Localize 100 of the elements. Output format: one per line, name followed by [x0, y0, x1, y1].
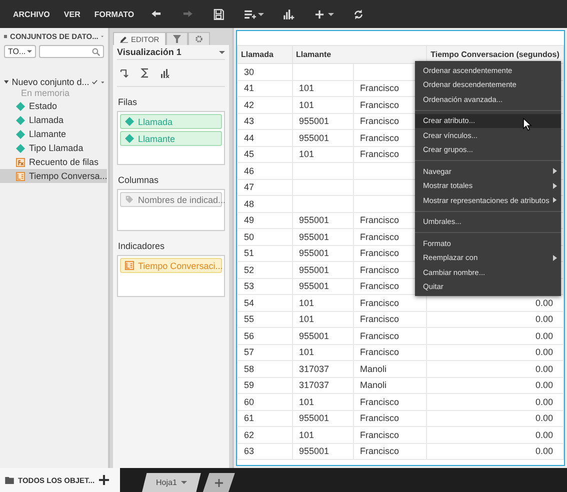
table-cell: 52: [244, 264, 254, 275]
dataset-field[interactable]: Llamada: [0, 113, 107, 127]
table-cell: 45: [244, 149, 254, 160]
submenu-arrow-icon: [553, 168, 557, 174]
visualization-title[interactable]: Visualización 1: [117, 47, 182, 57]
table-cell: 101: [299, 298, 314, 308]
table-cell: Francisco: [360, 100, 400, 110]
table-cell: 101: [299, 430, 314, 440]
table-cell: 101: [299, 100, 314, 110]
formula-icon: [16, 158, 25, 166]
sheet-tab[interactable]: Hoja1: [142, 473, 201, 492]
table-cell: 101: [299, 314, 314, 324]
swap-icon[interactable]: [120, 68, 130, 78]
settings-tab[interactable]: [188, 32, 210, 45]
submenu-arrow-icon: [553, 182, 557, 189]
add-sheet-button[interactable]: [202, 473, 235, 492]
zone-title: Indicadores: [117, 240, 166, 253]
zone-title: Columnas: [117, 174, 160, 187]
dataset-field[interactable]: Llamante: [0, 127, 107, 141]
caret-icon: [180, 481, 187, 484]
table-cell: Francisco: [360, 132, 400, 143]
sum-icon[interactable]: [140, 68, 150, 78]
table-cell: Manoli: [360, 380, 387, 390]
caret-icon[interactable]: [328, 12, 334, 16]
column-header[interactable]: Llamante: [292, 46, 426, 64]
table-cell: 55: [244, 314, 254, 324]
table-cell: 955001: [299, 330, 330, 341]
table-cell: Francisco: [360, 347, 400, 358]
caret-icon: [27, 50, 32, 53]
add-icon: [214, 478, 223, 486]
filter-dropdown[interactable]: TO...: [4, 45, 36, 58]
caret-icon[interactable]: [258, 12, 264, 16]
table-cell: 955001: [299, 446, 330, 456]
table-cell: 955001: [299, 248, 330, 258]
menu-item[interactable]: FORMATO: [87, 10, 142, 18]
table-cell: 0.00: [535, 430, 553, 440]
table-cell: 56: [244, 330, 254, 341]
caret-icon[interactable]: [100, 80, 104, 84]
pointer-icon: [523, 118, 532, 131]
table-cell: 51: [244, 248, 254, 258]
add-icon[interactable]: [98, 475, 109, 485]
table-cell: 955001: [299, 232, 330, 242]
table-cell: Francisco: [360, 396, 400, 407]
add-chart-icon[interactable]: [282, 8, 296, 20]
table-cell: 955001: [299, 132, 330, 143]
caret-icon[interactable]: [101, 35, 104, 38]
column-header[interactable]: Llamada: [238, 46, 292, 64]
table-cell: 42: [244, 100, 254, 110]
save-icon[interactable]: [212, 8, 226, 20]
tag-icon: [125, 195, 134, 204]
table-cell: 63: [244, 446, 254, 456]
table-cell: 101: [299, 83, 314, 94]
table-cell: Francisco: [360, 430, 400, 440]
pencil-icon: [120, 35, 128, 43]
dataset-field[interactable]: Recuento de filas: [0, 155, 107, 169]
add-dataset-icon[interactable]: [243, 8, 256, 20]
table-cell: 0.00: [535, 396, 553, 407]
metric-icon: [125, 261, 134, 270]
menu-item[interactable]: VER: [56, 10, 88, 18]
metric-icon: [16, 172, 25, 180]
table-cell: Manoli: [360, 364, 387, 374]
submenu-arrow-icon: [553, 254, 557, 261]
table-cell: Francisco: [360, 83, 400, 94]
zone-title: Filas: [117, 96, 138, 109]
caret-icon[interactable]: [219, 50, 225, 54]
table-cell: 0.00: [535, 298, 553, 308]
table-cell: 48: [244, 198, 254, 209]
database-icon: [4, 33, 8, 40]
table-cell: 30: [244, 66, 254, 77]
table-cell: 101: [299, 396, 314, 407]
filter-tab[interactable]: [166, 32, 188, 45]
dataset-name[interactable]: Nuevo conjunto d...: [12, 77, 90, 87]
table-cell: 0.00: [535, 413, 553, 424]
table-cell: 43: [244, 116, 254, 126]
table-cell: 0.00: [535, 364, 553, 374]
table-cell: 54: [244, 298, 254, 308]
dataset-field[interactable]: Tipo Llamada: [0, 141, 107, 155]
table-cell: 61: [244, 413, 254, 424]
table-cell: 101: [299, 149, 314, 160]
menu-item[interactable]: ARCHIVO: [6, 10, 57, 18]
search-field[interactable]: [39, 45, 104, 58]
table-cell: Francisco: [360, 446, 400, 456]
drop-zone[interactable]: Nombres de indicad...: [117, 189, 225, 231]
dataset-subtitle: En memoria: [20, 88, 71, 99]
table-cell: Francisco: [360, 264, 400, 275]
table-cell: Francisco: [360, 149, 400, 160]
table-cell: 101: [299, 347, 314, 358]
expand-arrow-icon[interactable]: [4, 79, 9, 85]
dataset-field[interactable]: Tiempo Conversa...: [0, 169, 107, 183]
submenu-arrow-icon: [553, 197, 557, 204]
table-cell: 0.00: [535, 330, 553, 341]
refresh-icon[interactable]: [352, 8, 366, 20]
chart-icon[interactable]: [160, 68, 170, 78]
table-cell: Francisco: [360, 330, 400, 341]
table-cell: Francisco: [360, 413, 400, 424]
table-cell: Francisco: [360, 248, 400, 258]
search-icon: [92, 48, 100, 56]
dataset-field[interactable]: Estado: [0, 99, 107, 113]
insert-icon[interactable]: [313, 8, 326, 20]
settings-icon: [195, 35, 204, 43]
